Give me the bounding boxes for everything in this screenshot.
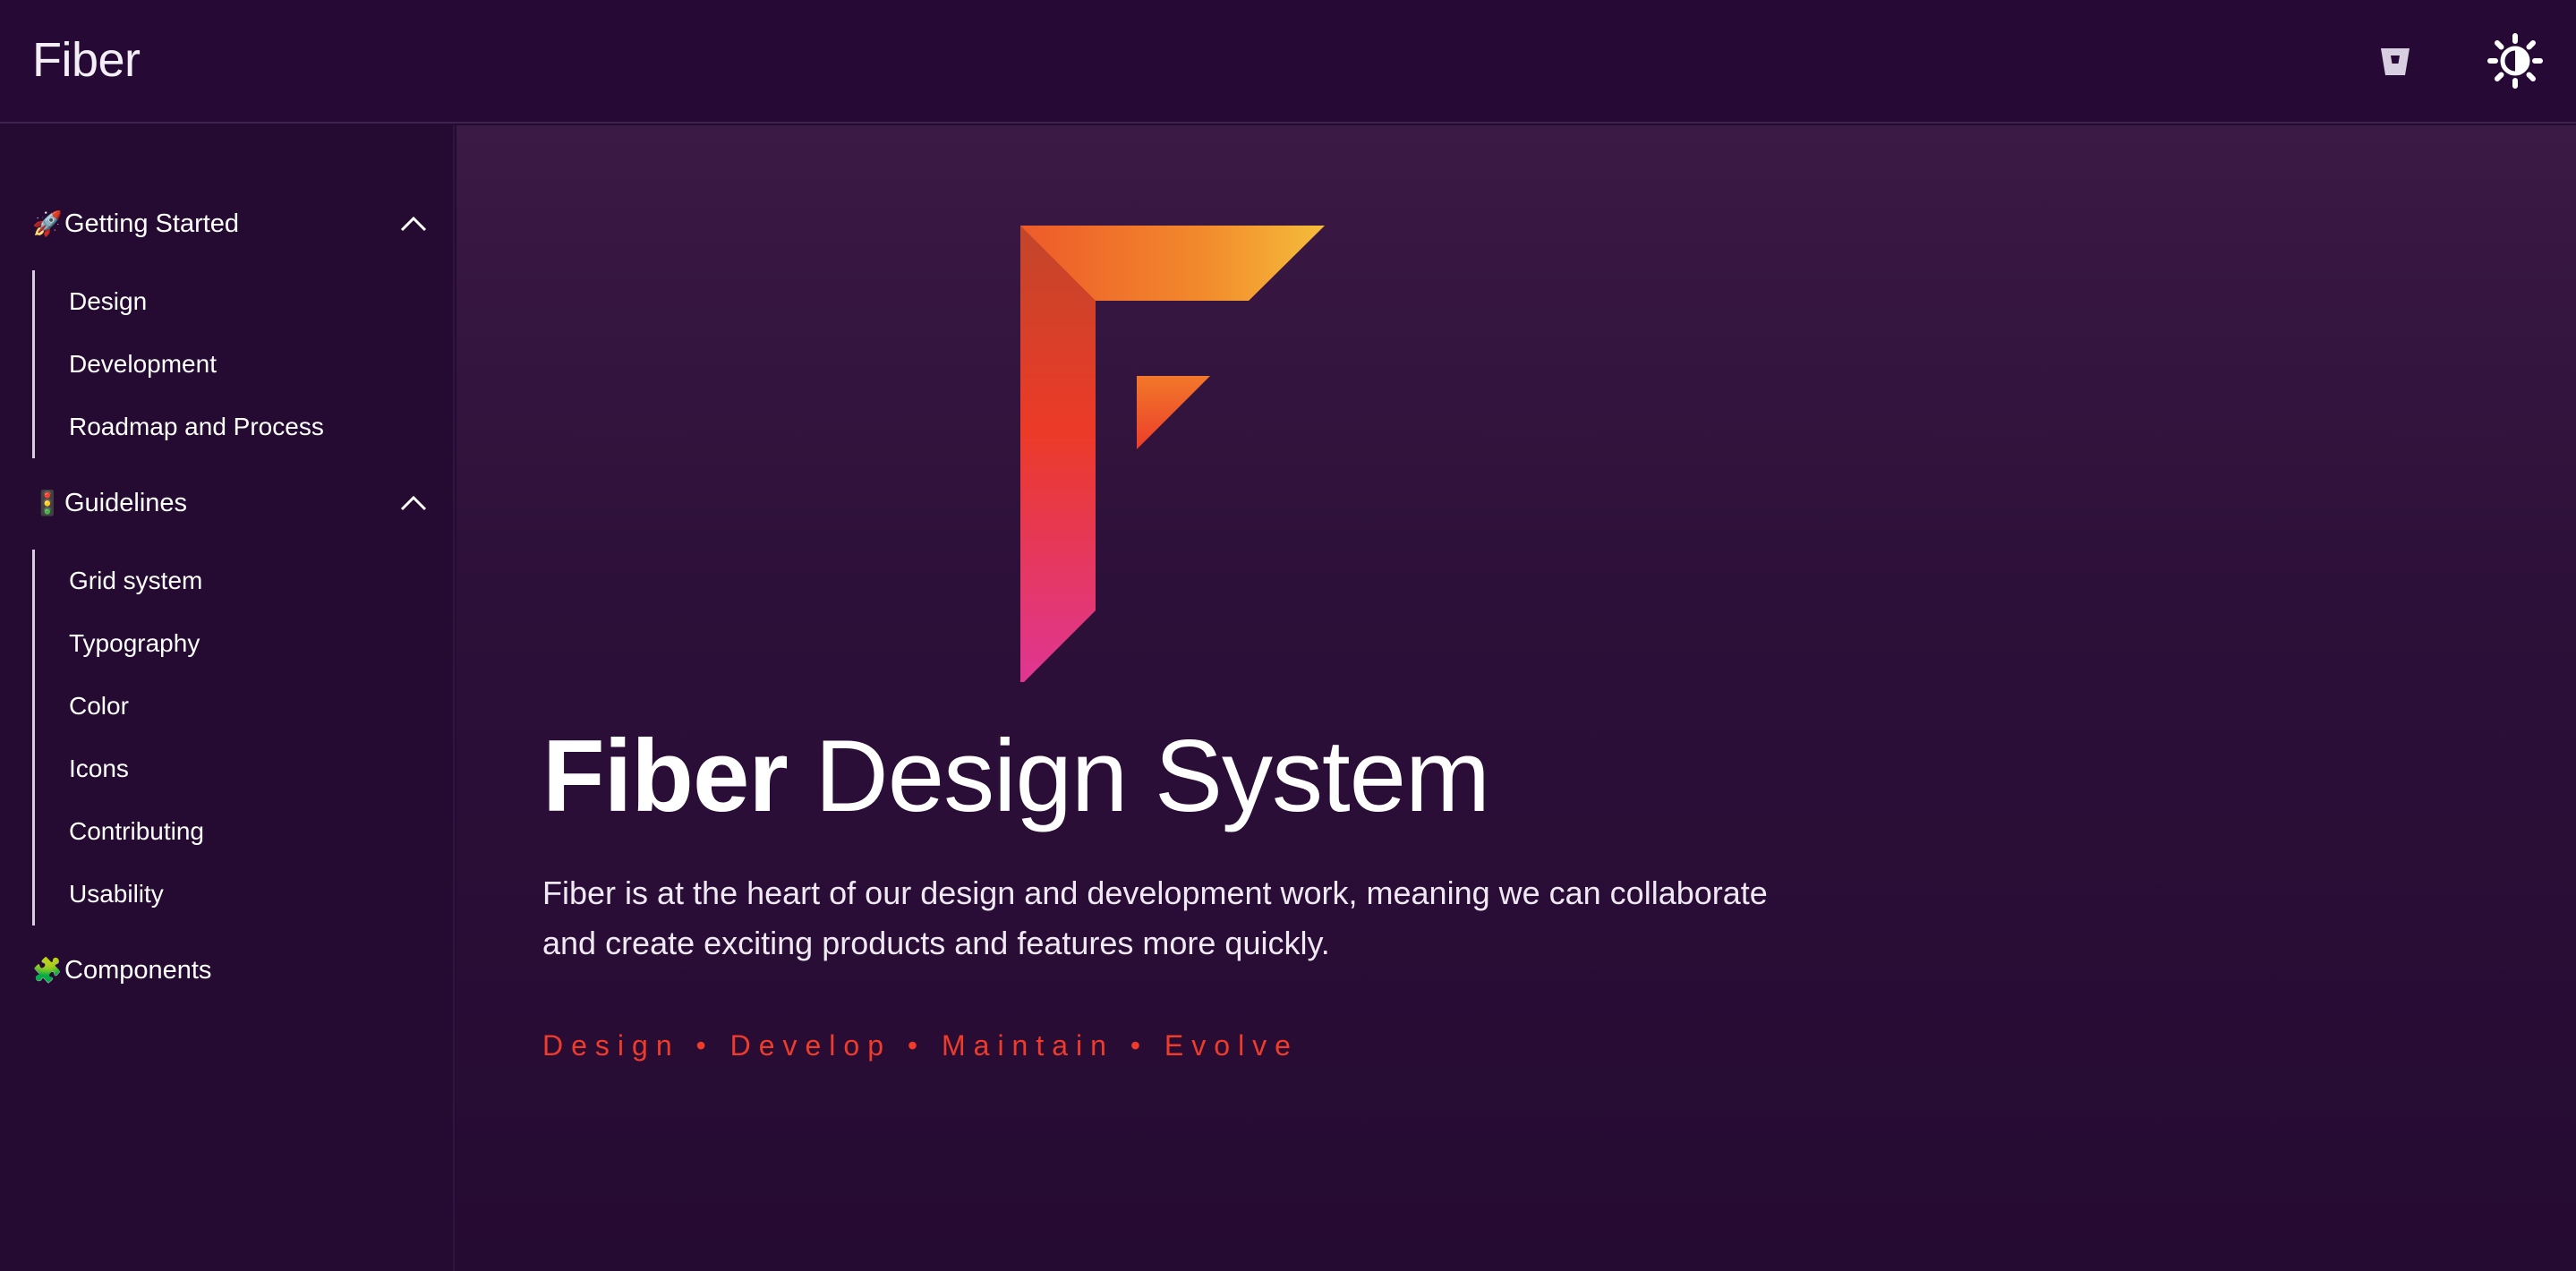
sidebar-section-getting-started[interactable]: 🚀 Getting Started [32,199,431,249]
brand-title[interactable]: Fiber [32,32,141,88]
hero-tagline: Design • Develop • Maintain • Evolve [542,1029,1299,1062]
sidebar-section-components[interactable]: 🧩 Components [32,945,431,995]
sidebar-item-roadmap-and-process[interactable]: Roadmap and Process [35,396,431,458]
sidebar-section-label: Guidelines [64,488,188,517]
bitbucket-button[interactable] [2361,27,2429,95]
getting-started-list: Design Development Roadmap and Process [32,270,431,458]
sidebar-item-development[interactable]: Development [35,333,431,396]
guidelines-list: Grid system Typography Color Icons Contr… [32,550,431,926]
sidebar-section-label: Components [64,955,212,985]
traffic-light-icon: 🚦 [32,490,63,516]
sidebar-item-design[interactable]: Design [35,270,431,333]
sidebar-section-guidelines[interactable]: 🚦 Guidelines [32,478,431,528]
hero-title: Fiber Design System [542,716,1490,839]
bitbucket-icon [2381,48,2410,75]
hero-description: Fiber is at the heart of our design and … [542,874,1768,961]
main-content: Fiber Design System Fiber is at the hear… [456,125,2576,1271]
sidebar-item-color[interactable]: Color [35,675,431,738]
sidebar-item-icons[interactable]: Icons [35,738,431,800]
fiber-logo-icon [1020,226,1325,682]
sidebar-item-usability[interactable]: Usability [35,863,431,926]
theme-toggle-icon [2487,33,2543,89]
sidebar-nav: 🚀 Getting Started Design Development Roa… [0,125,455,1271]
hero-title-light: Design System [815,720,1490,833]
chevron-up-icon[interactable] [396,206,431,242]
chevron-up-icon[interactable] [396,485,431,521]
rocket-icon: 🚀 [32,210,63,237]
sidebar-item-grid-system[interactable]: Grid system [35,550,431,612]
sidebar-section-label: Getting Started [64,209,240,238]
sidebar-item-contributing[interactable]: Contributing [35,800,431,863]
hero-title-bold: Fiber [542,720,789,833]
theme-toggle-button[interactable] [2481,27,2549,95]
top-bar: Fiber [0,0,2576,124]
puzzle-piece-icon: 🧩 [32,957,63,984]
sidebar-item-typography[interactable]: Typography [35,612,431,675]
